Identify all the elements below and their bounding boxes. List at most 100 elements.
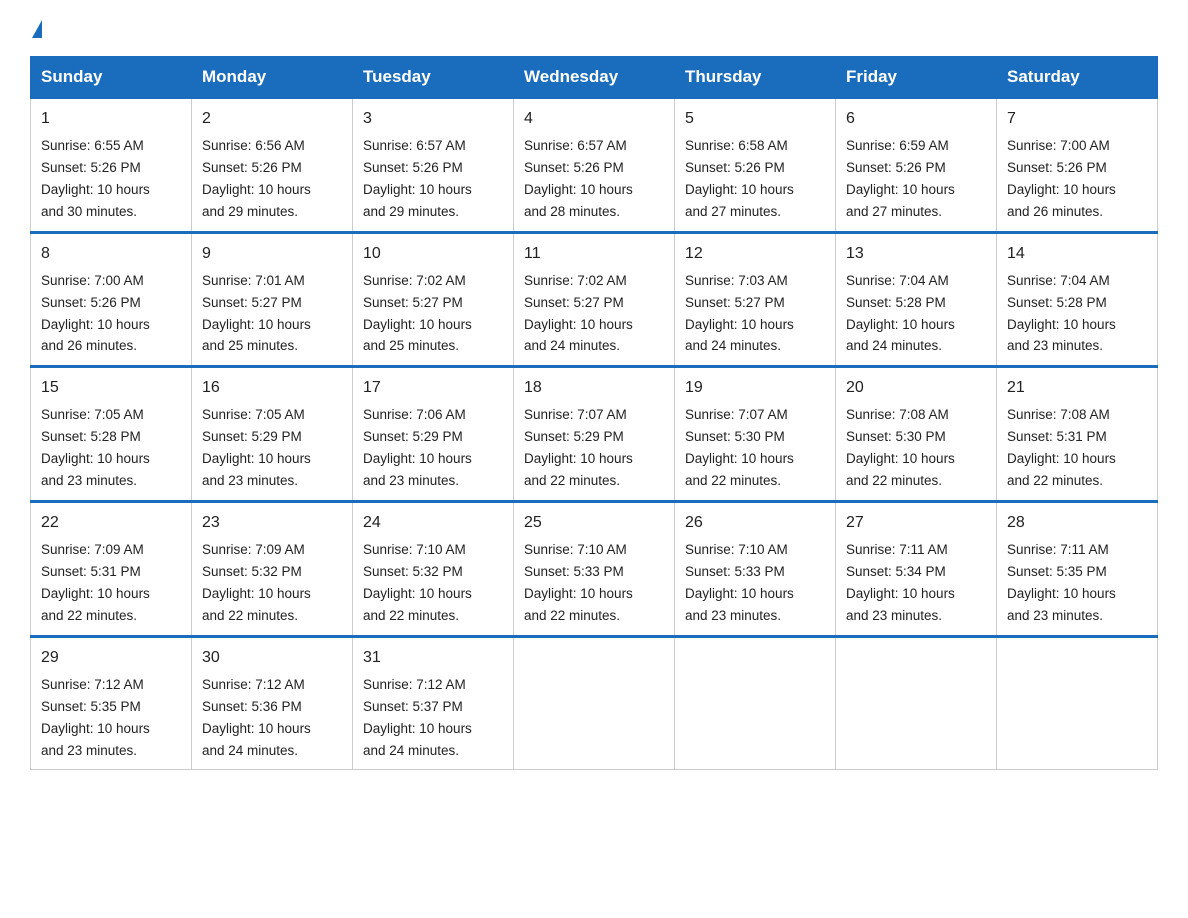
page-header xyxy=(30,20,1158,38)
day-number: 15 xyxy=(41,376,181,400)
calendar-cell: 6 Sunrise: 6:59 AMSunset: 5:26 PMDaylight… xyxy=(836,98,997,232)
calendar-header-friday: Friday xyxy=(836,57,997,99)
day-number: 18 xyxy=(524,376,664,400)
calendar-header-wednesday: Wednesday xyxy=(514,57,675,99)
day-number: 29 xyxy=(41,646,181,670)
calendar-cell: 16 Sunrise: 7:05 AMSunset: 5:29 PMDayligh… xyxy=(192,367,353,502)
calendar-cell xyxy=(997,636,1158,770)
calendar-cell: 5 Sunrise: 6:58 AMSunset: 5:26 PMDaylight… xyxy=(675,98,836,232)
day-info: Sunrise: 7:05 AMSunset: 5:28 PMDaylight:… xyxy=(41,407,150,488)
calendar-header-tuesday: Tuesday xyxy=(353,57,514,99)
day-number: 28 xyxy=(1007,511,1147,535)
calendar-cell: 19Sunrise: 7:07 AMSunset: 5:30 PMDayligh… xyxy=(675,367,836,502)
day-info: Sunrise: 7:02 AMSunset: 5:27 PMDaylight:… xyxy=(363,273,472,354)
day-info: Sunrise: 7:05 AMSunset: 5:29 PMDaylight:… xyxy=(202,407,311,488)
day-info: Sunrise: 7:10 AMSunset: 5:33 PMDaylight:… xyxy=(524,542,633,623)
day-info: Sunrise: 7:07 AMSunset: 5:30 PMDaylight:… xyxy=(685,407,794,488)
day-number: 20 xyxy=(846,376,986,400)
day-number: 9 xyxy=(202,242,342,266)
day-info: Sunrise: 7:00 AMSunset: 5:26 PMDaylight:… xyxy=(1007,138,1116,219)
day-info: Sunrise: 7:09 AMSunset: 5:32 PMDaylight:… xyxy=(202,542,311,623)
calendar-cell: 4Sunrise: 6:57 AMSunset: 5:26 PMDaylight… xyxy=(514,98,675,232)
calendar-week-3: 15 Sunrise: 7:05 AMSunset: 5:28 PMDayligh… xyxy=(31,367,1158,502)
day-info: Sunrise: 7:12 AMSunset: 5:35 PMDaylight:… xyxy=(41,677,150,758)
day-number: 13 xyxy=(846,242,986,266)
calendar-cell: 30 Sunrise: 7:12 AMSunset: 5:36 PMDayligh… xyxy=(192,636,353,770)
calendar-cell: 15 Sunrise: 7:05 AMSunset: 5:28 PMDayligh… xyxy=(31,367,192,502)
calendar-header-row: SundayMondayTuesdayWednesdayThursdayFrid… xyxy=(31,57,1158,99)
day-number: 5 xyxy=(685,107,825,131)
day-info: Sunrise: 7:02 AMSunset: 5:27 PMDaylight:… xyxy=(524,273,633,354)
day-info: Sunrise: 7:00 AMSunset: 5:26 PMDaylight:… xyxy=(41,273,150,354)
day-info: Sunrise: 6:58 AMSunset: 5:26 PMDaylight:… xyxy=(685,138,794,219)
calendar-cell: 23 Sunrise: 7:09 AMSunset: 5:32 PMDayligh… xyxy=(192,502,353,637)
calendar-cell: 20 Sunrise: 7:08 AMSunset: 5:30 PMDayligh… xyxy=(836,367,997,502)
day-number: 31 xyxy=(363,646,503,670)
calendar-cell: 26 Sunrise: 7:10 AMSunset: 5:33 PMDayligh… xyxy=(675,502,836,637)
day-info: Sunrise: 6:55 AMSunset: 5:26 PMDaylight:… xyxy=(41,138,150,219)
calendar-header-saturday: Saturday xyxy=(997,57,1158,99)
calendar-cell: 21Sunrise: 7:08 AMSunset: 5:31 PMDayligh… xyxy=(997,367,1158,502)
calendar-cell: 8Sunrise: 7:00 AMSunset: 5:26 PMDaylight… xyxy=(31,232,192,367)
day-number: 6 xyxy=(846,107,986,131)
logo-triangle-icon xyxy=(32,20,42,38)
day-info: Sunrise: 7:10 AMSunset: 5:32 PMDaylight:… xyxy=(363,542,472,623)
calendar-header-thursday: Thursday xyxy=(675,57,836,99)
calendar-cell: 14 Sunrise: 7:04 AMSunset: 5:28 PMDayligh… xyxy=(997,232,1158,367)
day-info: Sunrise: 6:57 AMSunset: 5:26 PMDaylight:… xyxy=(524,138,633,219)
day-number: 26 xyxy=(685,511,825,535)
calendar-cell xyxy=(514,636,675,770)
day-number: 7 xyxy=(1007,107,1147,131)
day-info: Sunrise: 6:56 AMSunset: 5:26 PMDaylight:… xyxy=(202,138,311,219)
calendar-cell: 10Sunrise: 7:02 AMSunset: 5:27 PMDayligh… xyxy=(353,232,514,367)
calendar-cell: 3 Sunrise: 6:57 AMSunset: 5:26 PMDaylight… xyxy=(353,98,514,232)
calendar-cell: 29 Sunrise: 7:12 AMSunset: 5:35 PMDayligh… xyxy=(31,636,192,770)
day-number: 16 xyxy=(202,376,342,400)
calendar-table: SundayMondayTuesdayWednesdayThursdayFrid… xyxy=(30,56,1158,770)
calendar-cell: 22Sunrise: 7:09 AMSunset: 5:31 PMDayligh… xyxy=(31,502,192,637)
day-number: 30 xyxy=(202,646,342,670)
day-info: Sunrise: 7:09 AMSunset: 5:31 PMDaylight:… xyxy=(41,542,150,623)
calendar-cell: 2 Sunrise: 6:56 AMSunset: 5:26 PMDaylight… xyxy=(192,98,353,232)
calendar-header-monday: Monday xyxy=(192,57,353,99)
calendar-cell: 31 Sunrise: 7:12 AMSunset: 5:37 PMDayligh… xyxy=(353,636,514,770)
calendar-week-2: 8Sunrise: 7:00 AMSunset: 5:26 PMDaylight… xyxy=(31,232,1158,367)
day-info: Sunrise: 7:07 AMSunset: 5:29 PMDaylight:… xyxy=(524,407,633,488)
calendar-week-5: 29 Sunrise: 7:12 AMSunset: 5:35 PMDayligh… xyxy=(31,636,1158,770)
day-number: 27 xyxy=(846,511,986,535)
day-info: Sunrise: 6:57 AMSunset: 5:26 PMDaylight:… xyxy=(363,138,472,219)
day-number: 14 xyxy=(1007,242,1147,266)
calendar-cell: 9 Sunrise: 7:01 AMSunset: 5:27 PMDaylight… xyxy=(192,232,353,367)
day-info: Sunrise: 7:11 AMSunset: 5:34 PMDaylight:… xyxy=(846,542,955,623)
day-number: 24 xyxy=(363,511,503,535)
day-info: Sunrise: 7:08 AMSunset: 5:31 PMDaylight:… xyxy=(1007,407,1116,488)
day-number: 17 xyxy=(363,376,503,400)
calendar-week-4: 22Sunrise: 7:09 AMSunset: 5:31 PMDayligh… xyxy=(31,502,1158,637)
calendar-cell: 13 Sunrise: 7:04 AMSunset: 5:28 PMDayligh… xyxy=(836,232,997,367)
calendar-cell: 24 Sunrise: 7:10 AMSunset: 5:32 PMDayligh… xyxy=(353,502,514,637)
calendar-cell: 18 Sunrise: 7:07 AMSunset: 5:29 PMDayligh… xyxy=(514,367,675,502)
day-info: Sunrise: 6:59 AMSunset: 5:26 PMDaylight:… xyxy=(846,138,955,219)
day-info: Sunrise: 7:12 AMSunset: 5:36 PMDaylight:… xyxy=(202,677,311,758)
calendar-cell xyxy=(836,636,997,770)
calendar-cell: 11 Sunrise: 7:02 AMSunset: 5:27 PMDayligh… xyxy=(514,232,675,367)
day-info: Sunrise: 7:01 AMSunset: 5:27 PMDaylight:… xyxy=(202,273,311,354)
calendar-cell: 1 Sunrise: 6:55 AMSunset: 5:26 PMDaylight… xyxy=(31,98,192,232)
day-info: Sunrise: 7:03 AMSunset: 5:27 PMDaylight:… xyxy=(685,273,794,354)
day-number: 11 xyxy=(524,242,664,266)
day-number: 25 xyxy=(524,511,664,535)
calendar-cell: 27 Sunrise: 7:11 AMSunset: 5:34 PMDayligh… xyxy=(836,502,997,637)
calendar-cell xyxy=(675,636,836,770)
day-info: Sunrise: 7:04 AMSunset: 5:28 PMDaylight:… xyxy=(1007,273,1116,354)
day-info: Sunrise: 7:12 AMSunset: 5:37 PMDaylight:… xyxy=(363,677,472,758)
day-info: Sunrise: 7:11 AMSunset: 5:35 PMDaylight:… xyxy=(1007,542,1116,623)
day-info: Sunrise: 7:10 AMSunset: 5:33 PMDaylight:… xyxy=(685,542,794,623)
day-number: 1 xyxy=(41,107,181,131)
day-number: 23 xyxy=(202,511,342,535)
day-number: 3 xyxy=(363,107,503,131)
calendar-week-1: 1 Sunrise: 6:55 AMSunset: 5:26 PMDaylight… xyxy=(31,98,1158,232)
day-info: Sunrise: 7:08 AMSunset: 5:30 PMDaylight:… xyxy=(846,407,955,488)
day-info: Sunrise: 7:04 AMSunset: 5:28 PMDaylight:… xyxy=(846,273,955,354)
day-number: 2 xyxy=(202,107,342,131)
day-number: 12 xyxy=(685,242,825,266)
